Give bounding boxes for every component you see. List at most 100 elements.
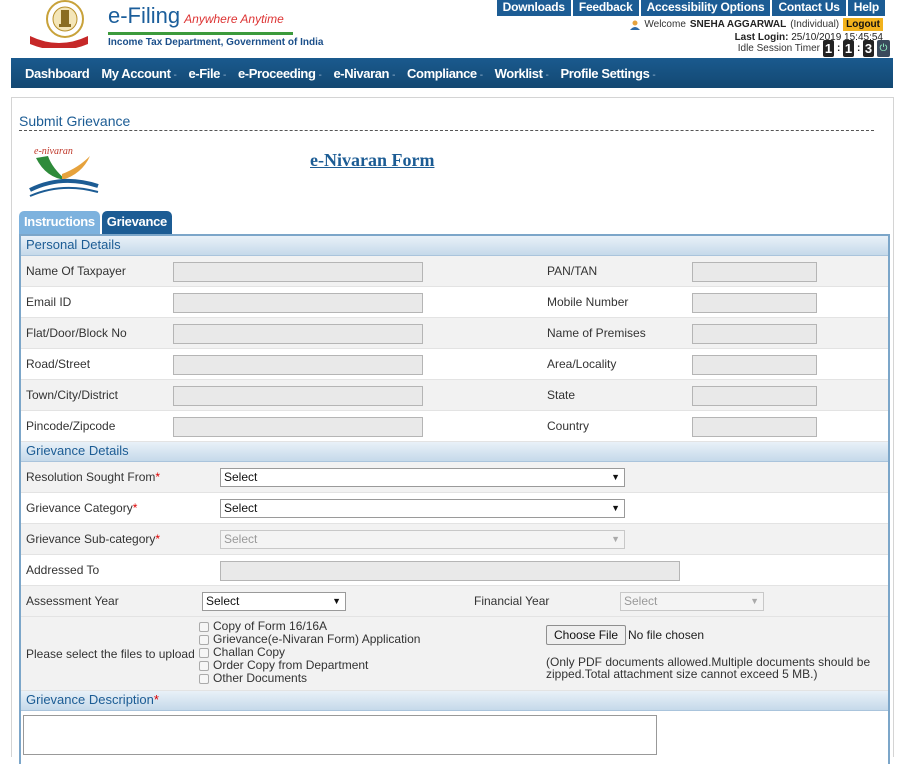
nav-worklist[interactable]: Worklist - (495, 66, 549, 81)
file-upload-note: (Only PDF documents allowed.Multiple doc… (546, 655, 871, 681)
description-section: Grievance Description* (21, 691, 888, 755)
top-link-downloads[interactable]: Downloads (496, 0, 571, 16)
resolution-sought-from-select[interactable]: Select ▼ (220, 468, 625, 487)
label-flat-door-block: Flat/Door/Block No (26, 326, 127, 340)
addressed-to-field[interactable] (220, 561, 680, 581)
label-text: Resolution Sought From (26, 470, 156, 484)
nav-label: Compliance (407, 65, 477, 81)
label-area-locality: Area/Locality (547, 357, 617, 371)
form-row: Name Of Taxpayer PAN/TAN (21, 256, 888, 287)
select-value: Select (224, 470, 258, 484)
nav-profile-settings[interactable]: Profile Settings - (560, 66, 655, 81)
timer-digit: 1 (823, 40, 834, 57)
form-row: Email ID Mobile Number (21, 287, 888, 318)
content-area: Submit Grievance e-nivaran e-Nivaran For… (11, 97, 894, 764)
site-header: e-Filing Anywhere Anytime Income Tax Depa… (0, 0, 899, 58)
file-upload-row: Please select the files to upload Copy o… (21, 617, 888, 691)
nav-e-file[interactable]: e-File - (188, 66, 226, 81)
required-marker: * (132, 501, 138, 515)
dropdown-arrow-icon: ▼ (750, 596, 759, 606)
road-street-field[interactable] (173, 355, 423, 375)
tab-instructions[interactable]: Instructions (19, 211, 100, 235)
nav-dashboard[interactable]: Dashboard (25, 65, 90, 81)
checkbox-icon (199, 634, 209, 645)
nav-e-nivaran[interactable]: e-Nivaran - (333, 66, 395, 81)
label-grievance-category: Grievance Category* (26, 493, 137, 523)
dropdown-arrow-icon: ▼ (611, 503, 620, 513)
select-value: Select (624, 594, 658, 608)
brand-title: e-Filing Anywhere Anytime (108, 4, 323, 31)
grievance-panel: Personal Details Name Of Taxpayer PAN/TA… (19, 234, 890, 764)
grievance-sub-category-select[interactable]: Select ▼ (220, 530, 625, 549)
label-select-files: Please select the files to upload (26, 647, 195, 661)
section-personal-details: Personal Details (21, 236, 888, 256)
label-financial-year: Financial Year (474, 594, 550, 608)
nav-label: e-Nivaran (333, 65, 390, 81)
brand-block: e-Filing Anywhere Anytime Income Tax Depa… (108, 4, 323, 48)
top-links: Downloads Feedback Accessibility Options… (496, 0, 885, 16)
checkbox-other-documents[interactable]: Other Documents (199, 672, 420, 685)
checkbox-icon (199, 647, 209, 658)
name-of-taxpayer-field[interactable] (173, 262, 423, 282)
label-road-street: Road/Street (26, 357, 91, 371)
nav-e-proceeding[interactable]: e-Proceeding - (238, 66, 322, 81)
email-id-field[interactable] (173, 293, 423, 313)
timer-separator: : (837, 43, 841, 54)
nav-label: Profile Settings (560, 65, 650, 81)
nav-my-account[interactable]: My Account - (101, 66, 177, 81)
form-row: Grievance Sub-category* Select ▼ (21, 524, 888, 555)
checkbox-icon (199, 660, 209, 671)
top-link-contact[interactable]: Contact Us (772, 0, 846, 16)
page-title: Submit Grievance (19, 113, 874, 131)
required-marker: * (153, 692, 159, 707)
choose-file-button[interactable]: Choose File (546, 625, 627, 645)
country-field[interactable] (692, 417, 817, 437)
checkbox-icon (199, 621, 209, 632)
nav-label: Dashboard (25, 65, 90, 81)
state-field[interactable] (692, 386, 817, 406)
label-country: Country (547, 419, 590, 433)
top-link-accessibility[interactable]: Accessibility Options (640, 0, 771, 16)
dropdown-arrow-icon: ▼ (332, 596, 341, 606)
required-marker: * (155, 470, 161, 484)
form-row: Grievance Category* Select ▼ (21, 493, 888, 524)
label-email-id: Email ID (26, 295, 72, 309)
user-type: (Individual) (790, 19, 840, 30)
label-addressed-to: Addressed To (26, 563, 100, 577)
nav-compliance[interactable]: Compliance - (407, 66, 483, 81)
assessment-year-select[interactable]: Select ▼ (202, 592, 346, 611)
brand-tagline: Anywhere Anytime (184, 12, 284, 26)
chevron-down-icon: - (545, 69, 549, 81)
label-town-city-district: Town/City/District (26, 388, 119, 402)
grievance-description-textarea[interactable] (23, 715, 657, 755)
mobile-number-field[interactable] (692, 293, 817, 313)
section-grievance-details: Grievance Details (21, 442, 888, 462)
logo-text: e-nivaran (34, 146, 73, 157)
timer-digit: 3 (863, 40, 874, 57)
grievance-category-select[interactable]: Select ▼ (220, 499, 625, 518)
tab-grievance[interactable]: Grievance (101, 211, 172, 235)
flat-door-block-field[interactable] (173, 324, 423, 344)
chevron-down-icon: - (652, 69, 656, 81)
area-locality-field[interactable] (692, 355, 817, 375)
logout-button[interactable]: Logout (843, 18, 883, 31)
top-link-feedback[interactable]: Feedback (572, 0, 639, 16)
pan-tan-field[interactable] (692, 262, 817, 282)
pincode-zipcode-field[interactable] (173, 417, 423, 437)
label-assessment-year: Assessment Year (26, 594, 119, 608)
town-city-district-field[interactable] (173, 386, 423, 406)
required-marker: * (155, 532, 161, 546)
top-link-help[interactable]: Help (847, 0, 885, 16)
form-row: Town/City/District State (21, 380, 888, 411)
form-row: Pincode/Zipcode Country (21, 411, 888, 442)
financial-year-select[interactable]: Select ▼ (620, 592, 764, 611)
select-value: Select (224, 532, 258, 546)
label-name-of-taxpayer: Name Of Taxpayer (26, 264, 126, 278)
power-icon[interactable]: ⏻ (877, 40, 890, 57)
chevron-down-icon: - (392, 69, 396, 81)
label-grievance-sub-category: Grievance Sub-category* (26, 524, 160, 554)
name-of-premises-field[interactable] (692, 324, 817, 344)
form-row: Assessment Year Select ▼ Financial Year S… (21, 586, 888, 617)
form-tabs: Instructions Grievance (19, 211, 172, 235)
idle-timer-label: Idle Session Timer (737, 43, 820, 54)
